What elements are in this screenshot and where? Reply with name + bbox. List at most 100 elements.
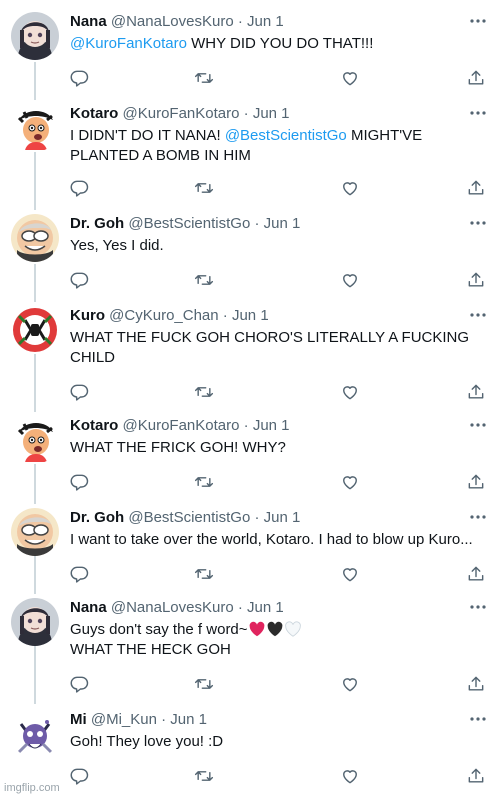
more-options-icon[interactable] — [468, 510, 488, 524]
more-options-icon[interactable] — [468, 216, 488, 230]
reply-button[interactable] — [70, 68, 92, 90]
display-name[interactable]: Nana — [70, 599, 107, 616]
retweet-icon — [194, 270, 214, 290]
reply-button[interactable] — [70, 178, 92, 200]
avatar[interactable] — [11, 12, 59, 60]
display-name[interactable]: Mi — [70, 711, 87, 728]
reply-button[interactable] — [70, 382, 92, 404]
more-options-icon[interactable] — [468, 418, 488, 432]
retweet-button[interactable] — [194, 564, 216, 586]
retweet-button[interactable] — [194, 68, 216, 90]
timestamp[interactable]: Jun 1 — [247, 599, 284, 616]
share-button[interactable] — [466, 68, 488, 90]
share-button[interactable] — [466, 674, 488, 696]
user-handle[interactable]: @KuroFanKotaro — [123, 105, 240, 122]
retweet-icon — [194, 674, 214, 694]
like-button[interactable] — [340, 68, 362, 90]
share-icon — [466, 270, 486, 290]
mention-link[interactable]: @KuroFanKotaro — [70, 35, 187, 52]
tweet-text: I DIDN'T DO IT NANA! @BestScientistGo MI… — [70, 126, 488, 166]
avatar[interactable] — [11, 710, 59, 758]
timestamp[interactable]: Jun 1 — [232, 307, 269, 324]
user-handle[interactable]: @KuroFanKotaro — [123, 417, 240, 434]
tweet[interactable]: Kotaro @KuroFanKotaro · Jun 1 I DIDN'T D… — [0, 104, 500, 204]
retweet-button[interactable] — [194, 674, 216, 696]
share-button[interactable] — [466, 766, 488, 788]
tweet[interactable]: Nana @NanaLovesKuro · Jun 1 @KuroFanKota… — [0, 12, 500, 92]
reply-button[interactable] — [70, 472, 92, 494]
retweet-icon — [194, 564, 214, 584]
user-handle[interactable]: @NanaLovesKuro — [111, 13, 234, 30]
tweet-header: Kotaro @KuroFanKotaro · Jun 1 — [70, 416, 290, 436]
share-icon — [466, 472, 486, 492]
share-button[interactable] — [466, 472, 488, 494]
tweet[interactable]: Kotaro @KuroFanKotaro · Jun 1 WHAT THE F… — [0, 416, 500, 496]
retweet-button[interactable] — [194, 766, 216, 788]
share-icon — [466, 766, 486, 786]
like-button[interactable] — [340, 564, 362, 586]
like-button[interactable] — [340, 472, 362, 494]
more-options-icon[interactable] — [468, 106, 488, 120]
user-handle[interactable]: @BestScientistGo — [128, 509, 250, 526]
like-button[interactable] — [340, 674, 362, 696]
avatar[interactable] — [11, 214, 59, 262]
reply-button[interactable] — [70, 674, 92, 696]
display-name[interactable]: Nana — [70, 13, 107, 30]
user-handle[interactable]: @Mi_Kun — [91, 711, 157, 728]
tweet[interactable]: Dr. Goh @BestScientistGo · Jun 1 Yes, Ye… — [0, 214, 500, 294]
timestamp[interactable]: Jun 1 — [170, 711, 207, 728]
display-name[interactable]: Kuro — [70, 307, 105, 324]
share-button[interactable] — [466, 178, 488, 200]
user-handle[interactable]: @BestScientistGo — [128, 215, 250, 232]
avatar[interactable] — [11, 306, 59, 354]
like-button[interactable] — [340, 766, 362, 788]
like-button[interactable] — [340, 382, 362, 404]
user-handle[interactable]: @NanaLovesKuro — [111, 599, 234, 616]
mention-link[interactable]: @BestScientistGo — [225, 127, 347, 144]
like-button[interactable] — [340, 178, 362, 200]
reply-icon — [70, 178, 90, 198]
tweet[interactable]: Dr. Goh @BestScientistGo · Jun 1 I want … — [0, 508, 500, 588]
share-button[interactable] — [466, 270, 488, 292]
reply-button[interactable] — [70, 766, 92, 788]
retweet-button[interactable] — [194, 270, 216, 292]
retweet-button[interactable] — [194, 472, 216, 494]
tweet[interactable]: Mi @Mi_Kun · Jun 1 Goh! They love you! :… — [0, 710, 500, 790]
tweet[interactable]: Nana @NanaLovesKuro · Jun 1 Guys don't s… — [0, 598, 500, 698]
display-name[interactable]: Kotaro — [70, 105, 118, 122]
display-name[interactable]: Dr. Goh — [70, 509, 124, 526]
reply-button[interactable] — [70, 564, 92, 586]
share-button[interactable] — [466, 382, 488, 404]
retweet-button[interactable] — [194, 382, 216, 404]
reply-icon — [70, 68, 90, 88]
tweet-header: Mi @Mi_Kun · Jun 1 — [70, 710, 207, 730]
timestamp[interactable]: Jun 1 — [264, 215, 301, 232]
more-options-icon[interactable] — [468, 308, 488, 322]
timestamp[interactable]: Jun 1 — [264, 509, 301, 526]
like-button[interactable] — [340, 270, 362, 292]
tweet-text-content: Guys don't say the f word~ — [70, 621, 248, 638]
more-options-icon[interactable] — [468, 600, 488, 614]
kotaro-avatar-icon — [11, 416, 59, 464]
user-handle[interactable]: @CyKuro_Chan — [109, 307, 218, 324]
timestamp[interactable]: Jun 1 — [253, 417, 290, 434]
reply-button[interactable] — [70, 270, 92, 292]
more-options-icon[interactable] — [468, 14, 488, 28]
mi-avatar-icon — [11, 710, 59, 758]
avatar[interactable] — [11, 104, 59, 152]
avatar[interactable] — [11, 508, 59, 556]
avatar[interactable] — [11, 416, 59, 464]
timestamp[interactable]: Jun 1 — [253, 105, 290, 122]
timestamp[interactable]: Jun 1 — [247, 13, 284, 30]
tweet[interactable]: Kuro @CyKuro_Chan · Jun 1 WHAT THE FUCK … — [0, 306, 500, 406]
retweet-button[interactable] — [194, 178, 216, 200]
white-heart-icon — [284, 621, 301, 637]
like-icon — [340, 68, 360, 88]
avatar[interactable] — [11, 598, 59, 646]
share-icon — [466, 68, 486, 88]
share-button[interactable] — [466, 564, 488, 586]
display-name[interactable]: Kotaro — [70, 417, 118, 434]
more-options-icon[interactable] — [468, 712, 488, 726]
display-name[interactable]: Dr. Goh — [70, 215, 124, 232]
red-heart-icon — [249, 621, 264, 637]
